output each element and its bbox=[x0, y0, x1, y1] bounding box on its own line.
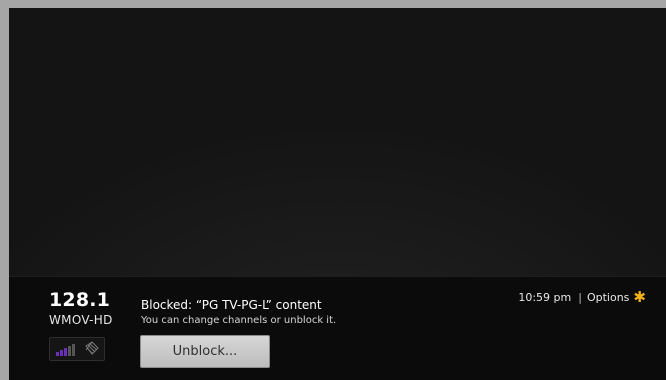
blocked-title: Blocked: “PG TV-PG-L” content bbox=[141, 298, 322, 312]
signal-bar bbox=[56, 352, 59, 356]
unblock-button[interactable]: Unblock... bbox=[140, 335, 270, 368]
options-button[interactable]: Options ✱ bbox=[586, 288, 646, 306]
status-area: 10:59 pm | Options ✱ bbox=[518, 288, 646, 306]
asterisk-icon: ✱ bbox=[633, 288, 646, 306]
antenna-icon bbox=[85, 341, 99, 355]
status-separator: | bbox=[578, 291, 582, 304]
signal-bar bbox=[68, 346, 71, 356]
signal-bar bbox=[64, 348, 67, 356]
channel-number: 128.1 bbox=[49, 289, 111, 311]
blocked-subtitle: You can change channels or unblock it. bbox=[141, 315, 337, 326]
clock-time: 10:59 pm bbox=[518, 291, 572, 304]
signal-bar bbox=[72, 344, 75, 356]
video-area: 128.1 WMOV-HD Blocked: “PG TV-PG-L” cont… bbox=[9, 8, 666, 380]
signal-bar bbox=[60, 350, 63, 356]
signal-strength-icon bbox=[56, 344, 75, 356]
signal-indicator bbox=[49, 337, 105, 361]
options-label: Options bbox=[586, 291, 630, 304]
channel-info-bar: 128.1 WMOV-HD Blocked: “PG TV-PG-L” cont… bbox=[9, 276, 666, 380]
channel-name: WMOV-HD bbox=[49, 313, 113, 327]
